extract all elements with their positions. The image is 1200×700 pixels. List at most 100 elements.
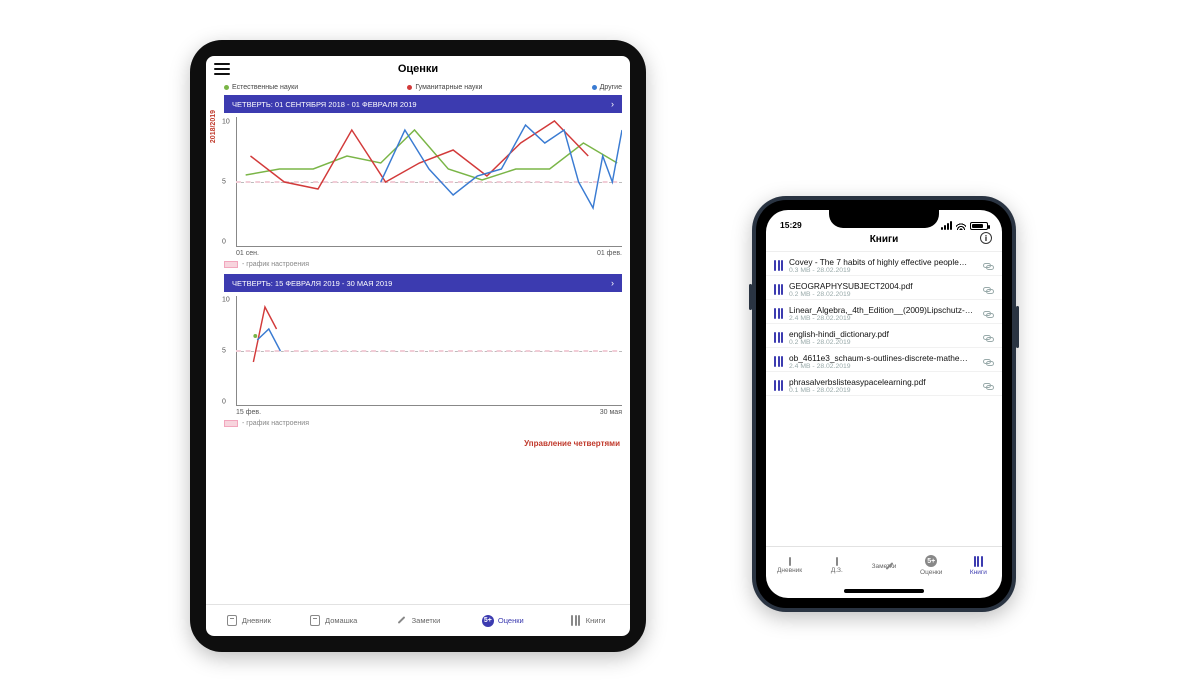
- file-meta: 0.3 MB - 28.02.2019: [789, 267, 977, 274]
- file-row[interactable]: Covey - The 7 habits of highly effective…: [766, 252, 1002, 276]
- ptab-label: Книги: [970, 569, 987, 576]
- page-title: Оценки: [398, 63, 438, 75]
- link-icon[interactable]: [983, 381, 994, 391]
- tab-notes[interactable]: Заметки: [376, 605, 461, 636]
- chart-1-plot: [236, 117, 622, 247]
- link-icon[interactable]: [983, 357, 994, 367]
- book-icon: [774, 356, 783, 367]
- phone-tab-bar: Дневник Д.З. Заметки 5+ Оценки: [766, 546, 1002, 584]
- notch: [829, 210, 939, 228]
- mood-caption-text: - график настроения: [242, 420, 309, 427]
- chevron-right-icon: ›: [611, 99, 614, 109]
- xtick-end: 01 фев.: [597, 250, 622, 257]
- phone-header: Книги i: [766, 232, 1002, 252]
- diary-icon: [789, 558, 791, 565]
- header: Оценки: [206, 56, 630, 82]
- book-icon: [774, 332, 783, 343]
- book-icon: [774, 308, 783, 319]
- ptab-diary[interactable]: Дневник: [766, 547, 813, 584]
- mood-swatch-icon: [224, 261, 238, 268]
- iphone-screen: 15:29 Книги i Covey - The 7 habits of hi…: [766, 210, 1002, 598]
- ptab-homework[interactable]: Д.З.: [813, 547, 860, 584]
- ptab-label: Д.З.: [831, 567, 843, 574]
- chart-legend: Естественные науки Гуманитарные науки Др…: [206, 82, 630, 95]
- ptab-label: Дневник: [777, 567, 802, 574]
- manage-quarters-link[interactable]: Управление четвертями: [206, 439, 620, 448]
- tab-books[interactable]: Книги: [545, 605, 630, 636]
- books-icon: [570, 615, 582, 627]
- file-meta: 2.4 MB - 28.02.2019: [789, 315, 977, 322]
- file-row[interactable]: GEOGRAPHYSUBJECT2004.pdf0.2 MB - 28.02.2…: [766, 276, 1002, 300]
- mood-caption-1: - график настроения: [224, 261, 622, 268]
- diary-icon: [226, 615, 238, 627]
- phone-page-title: Книги: [870, 234, 899, 245]
- tab-grades[interactable]: 5+ Оценки: [460, 605, 545, 636]
- ptab-notes[interactable]: Заметки: [860, 547, 907, 584]
- link-icon[interactable]: [983, 285, 994, 295]
- grades-badge-icon: 5+: [925, 555, 937, 567]
- book-icon: [774, 260, 783, 271]
- ptab-label: Оценки: [920, 569, 942, 576]
- file-row[interactable]: Linear_Algebra,_4th_Edition__(2009)Lipsc…: [766, 300, 1002, 324]
- books-icon: [974, 556, 983, 567]
- legend-item-natural: Естественные науки: [224, 84, 298, 91]
- file-name: GEOGRAPHYSUBJECT2004.pdf: [789, 281, 977, 291]
- home-indicator[interactable]: [766, 584, 1002, 598]
- mood-caption-text: - график настроения: [242, 261, 309, 268]
- academic-year-label: 2018/2019: [210, 110, 217, 143]
- pencil-icon: [396, 615, 408, 627]
- battery-icon: [970, 222, 988, 230]
- tab-diary[interactable]: Дневник: [206, 605, 291, 636]
- ipad-tab-bar: Дневник Домашка Заметки 5+ Оценки Книги: [206, 604, 630, 636]
- ytick: 0: [222, 398, 226, 405]
- legend-label: Гуманитарные науки: [415, 84, 482, 91]
- info-icon[interactable]: i: [980, 232, 992, 244]
- mood-swatch-icon: [224, 420, 238, 427]
- file-name: Linear_Algebra,_4th_Edition__(2009)Lipsc…: [789, 305, 977, 315]
- legend-label: Естественные науки: [232, 84, 298, 91]
- grades-chart-2: 10 5 0 15 фев. 30 мая: [224, 296, 622, 406]
- ytick: 10: [222, 297, 230, 304]
- wifi-icon: [956, 222, 966, 230]
- xtick-end: 30 мая: [600, 409, 622, 416]
- period-2-label: ЧЕТВЕРТЬ: 15 ФЕВРАЛЯ 2019 - 30 МАЯ 2019: [232, 279, 392, 288]
- book-icon: [774, 380, 783, 391]
- file-name: Covey - The 7 habits of highly effective…: [789, 257, 977, 267]
- ytick: 5: [222, 348, 226, 355]
- homework-icon: [836, 558, 838, 565]
- tab-label: Книги: [586, 616, 606, 625]
- file-name: ob_4611e3_schaum-s-outlines-discrete-mat…: [789, 353, 977, 363]
- file-row[interactable]: phrasalverbslisteasypacelearning.pdf0.1 …: [766, 372, 1002, 396]
- chart-2-plot: [236, 296, 622, 406]
- file-list: Covey - The 7 habits of highly effective…: [766, 252, 1002, 546]
- file-meta: 0.2 MB - 28.02.2019: [789, 339, 977, 346]
- ytick: 0: [222, 238, 226, 245]
- status-time: 15:29: [780, 220, 802, 230]
- legend-dot-icon: [407, 85, 412, 90]
- homework-icon: [309, 615, 321, 627]
- link-icon[interactable]: [983, 309, 994, 319]
- ytick: 10: [222, 119, 230, 126]
- file-meta: 2.4 MB - 28.02.2019: [789, 363, 977, 370]
- book-icon: [774, 284, 783, 295]
- file-row[interactable]: english-hindi_dictionary.pdf0.2 MB - 28.…: [766, 324, 1002, 348]
- file-row[interactable]: ob_4611e3_schaum-s-outlines-discrete-mat…: [766, 348, 1002, 372]
- hamburger-icon[interactable]: [214, 63, 230, 75]
- tab-label: Заметки: [412, 616, 441, 625]
- ptab-books[interactable]: Книги: [955, 547, 1002, 584]
- ipad-screen: Оценки 2018/2019 Естественные науки Гума…: [206, 56, 630, 636]
- cellular-signal-icon: [941, 221, 952, 230]
- tab-homework[interactable]: Домашка: [291, 605, 376, 636]
- legend-item-other: Другие: [592, 84, 622, 91]
- period-1-label: ЧЕТВЕРТЬ: 01 СЕНТЯБРЯ 2018 - 01 ФЕВРАЛЯ …: [232, 100, 417, 109]
- link-icon[interactable]: [983, 261, 994, 271]
- legend-dot-icon: [592, 85, 597, 90]
- mood-caption-2: - график настроения: [224, 420, 622, 427]
- ptab-grades[interactable]: 5+ Оценки: [908, 547, 955, 584]
- link-icon[interactable]: [983, 333, 994, 343]
- ytick: 5: [222, 179, 226, 186]
- chevron-right-icon: ›: [611, 278, 614, 288]
- period-1-header[interactable]: ЧЕТВЕРТЬ: 01 СЕНТЯБРЯ 2018 - 01 ФЕВРАЛЯ …: [224, 95, 622, 113]
- ipad-device-frame: Оценки 2018/2019 Естественные науки Гума…: [190, 40, 646, 652]
- period-2-header[interactable]: ЧЕТВЕРТЬ: 15 ФЕВРАЛЯ 2019 - 30 МАЯ 2019 …: [224, 274, 622, 292]
